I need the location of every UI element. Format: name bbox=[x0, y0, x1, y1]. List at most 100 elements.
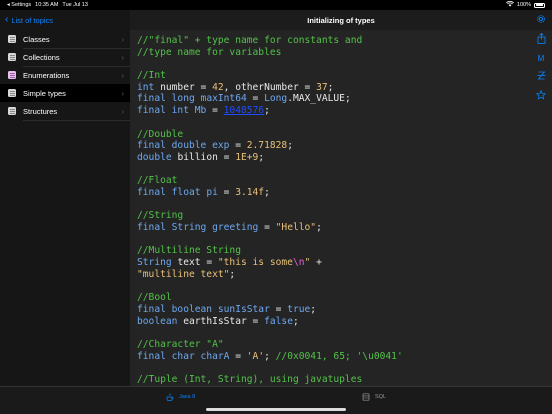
divider bbox=[23, 119, 130, 120]
back-to-topics-label: List of topics bbox=[11, 15, 54, 25]
code-token: 2.71828 bbox=[246, 140, 288, 152]
sidebar-item-label: Simple types bbox=[23, 88, 66, 98]
sidebar-item-classes[interactable]: Classes › bbox=[0, 30, 130, 48]
code-token: = bbox=[229, 350, 247, 362]
code-token: 'A' bbox=[246, 350, 265, 362]
tab-sql[interactable]: SQL bbox=[362, 393, 386, 401]
code-token: = bbox=[229, 140, 247, 152]
code-line: //Bool bbox=[137, 292, 527, 304]
code-token: final String bbox=[137, 222, 213, 233]
battery-percent: 100% bbox=[516, 2, 531, 8]
tab-label: Java 8 bbox=[179, 394, 196, 400]
code-token: 37 bbox=[316, 81, 328, 93]
star-icon[interactable] bbox=[534, 89, 548, 104]
code-token: ; bbox=[292, 315, 299, 327]
code-token: earthIsStar = bbox=[183, 315, 265, 327]
code-token: = bbox=[246, 93, 265, 105]
code-token: maxInt64 bbox=[200, 93, 247, 105]
sidebar-item-label: Classes bbox=[23, 34, 50, 44]
code-token: greeting bbox=[212, 222, 259, 233]
code-line: final String greeting = "Hello"; bbox=[137, 222, 527, 234]
share-icon[interactable] bbox=[534, 32, 548, 47]
wifi-icon bbox=[505, 0, 514, 9]
code-token: final boolean bbox=[137, 303, 218, 315]
code-token: final long bbox=[137, 93, 201, 105]
code-token: //"final" + type name for constants and bbox=[137, 35, 363, 46]
home-indicator[interactable] bbox=[206, 408, 346, 411]
code-view[interactable]: //"final" + type name for constants and /… bbox=[137, 35, 527, 386]
sidebar-item-label: Structures bbox=[23, 106, 58, 116]
code-token: int bbox=[137, 81, 161, 93]
back-to-topics-button[interactable]: ‹ List of topics bbox=[0, 10, 130, 30]
code-token: //Double bbox=[137, 128, 184, 140]
markdown-icon[interactable]: M bbox=[534, 52, 548, 66]
code-token: "multiline text" bbox=[137, 268, 230, 280]
sidebar-item-simple-types[interactable]: Simple types › bbox=[0, 84, 130, 102]
code-link[interactable]: 1048576 bbox=[224, 105, 264, 116]
code-token: number = bbox=[160, 81, 213, 93]
code-line: boolean earthIsStar = false; bbox=[137, 316, 527, 328]
code-token: ; bbox=[229, 268, 236, 280]
sidebar-item-label: Collections bbox=[23, 52, 60, 62]
code-token: double bbox=[137, 151, 178, 163]
code-line: //Tuple (Int, String), using javatuples bbox=[137, 374, 527, 386]
code-token: "this is some bbox=[217, 257, 293, 269]
code-token: billion = bbox=[177, 151, 236, 163]
code-token: //Float bbox=[137, 175, 178, 187]
code-token: ; bbox=[310, 303, 317, 315]
sidebar-item-label: Enumerations bbox=[23, 70, 70, 80]
sidebar-item-collections[interactable]: Collections › bbox=[0, 48, 130, 66]
code-line: final float pi = 3.14f; bbox=[137, 187, 527, 199]
code-line: int number = 42, otherNumber = 37; bbox=[137, 82, 527, 94]
code-line: final char charA = 'A'; //0x0041, 65; '\… bbox=[137, 351, 527, 363]
code-token: exp bbox=[212, 140, 230, 152]
code-token: //0x0041, 65; '\u0041' bbox=[275, 350, 403, 362]
code-token: , otherNumber = bbox=[223, 81, 317, 93]
code-token: //Multiline String bbox=[137, 245, 241, 257]
code-line: //Double bbox=[137, 129, 527, 141]
code-line: //Float bbox=[137, 175, 527, 187]
code-token: String bbox=[137, 257, 178, 269]
code-line: String text = "this is some\n" + bbox=[137, 257, 527, 269]
code-token: ; bbox=[316, 222, 322, 233]
status-bar: ◂ Settings 10:35 AM Tue Jul 13 100% bbox=[0, 0, 552, 10]
code-token: text = bbox=[177, 257, 218, 269]
status-date: Tue Jul 13 bbox=[62, 2, 88, 8]
strikethrough-icon[interactable] bbox=[534, 71, 548, 85]
tab-java[interactable]: Java 8 bbox=[166, 393, 195, 401]
back-to-app-link[interactable]: ◂ Settings bbox=[7, 2, 31, 8]
code-token: final double bbox=[137, 140, 213, 152]
doc-icon bbox=[8, 71, 16, 79]
doc-icon bbox=[8, 53, 16, 61]
code-token: ; bbox=[264, 186, 270, 198]
code-token: true bbox=[287, 303, 311, 315]
code-line: final double exp = 2.71828; bbox=[137, 140, 527, 152]
page-title: Initializing of types bbox=[130, 10, 552, 30]
code-token: "Hello" bbox=[275, 222, 317, 233]
database-icon bbox=[362, 393, 370, 401]
code-token: charA bbox=[200, 350, 230, 362]
code-token: .MAX_VALUE; bbox=[287, 93, 351, 105]
code-line: "multiline text"; bbox=[137, 269, 527, 281]
code-token: ; bbox=[258, 151, 265, 163]
code-token: //String bbox=[137, 210, 184, 222]
doc-icon bbox=[8, 107, 16, 115]
code-token: //Int bbox=[137, 70, 166, 82]
code-token: ; bbox=[327, 81, 334, 93]
sidebar: ‹ List of topics Classes › Collections ›… bbox=[0, 10, 130, 414]
settings-icon[interactable] bbox=[534, 14, 548, 28]
sidebar-list: Classes › Collections › Enumerations › S… bbox=[0, 30, 130, 120]
sidebar-item-structures[interactable]: Structures › bbox=[0, 102, 130, 120]
chevron-left-icon: ‹ bbox=[5, 14, 9, 25]
sidebar-item-enumerations[interactable]: Enumerations › bbox=[0, 66, 130, 84]
code-token: pi bbox=[206, 186, 218, 198]
code-token: = bbox=[269, 303, 288, 315]
tab-bar: Java 8 SQL bbox=[0, 386, 552, 414]
code-token: + bbox=[310, 257, 322, 269]
